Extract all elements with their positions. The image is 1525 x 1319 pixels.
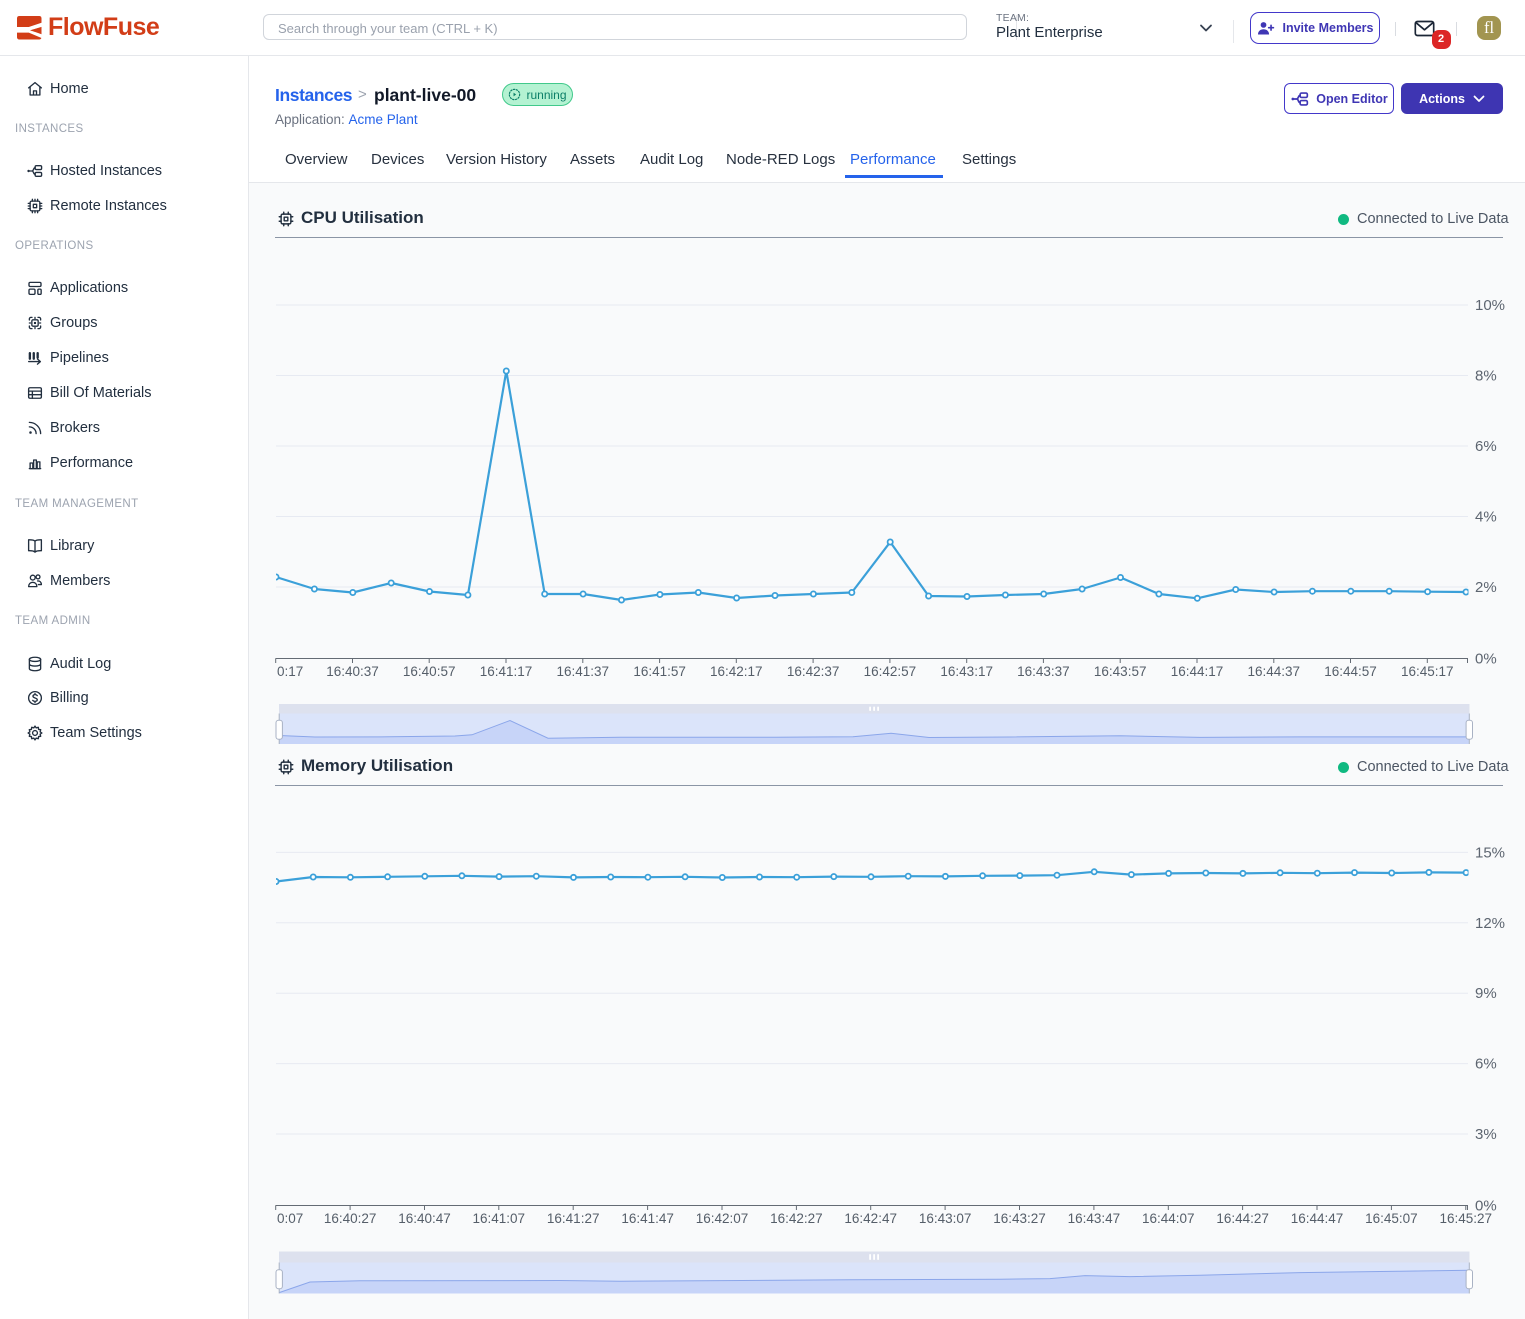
svg-text:16:43:27: 16:43:27 — [993, 1211, 1046, 1226]
svg-text:16:45:17: 16:45:17 — [1401, 664, 1454, 679]
svg-text:16:41:57: 16:41:57 — [633, 664, 686, 679]
svg-text:0:07: 0:07 — [277, 1211, 303, 1226]
svg-text:16:45:27: 16:45:27 — [1440, 1211, 1493, 1226]
svg-text:0:17: 0:17 — [277, 664, 303, 679]
svg-text:16:44:37: 16:44:37 — [1248, 664, 1301, 679]
svg-text:16:43:07: 16:43:07 — [919, 1211, 972, 1226]
svg-text:10%: 10% — [1475, 297, 1505, 314]
svg-text:15%: 15% — [1475, 844, 1505, 861]
svg-text:16:41:47: 16:41:47 — [621, 1211, 674, 1226]
svg-text:16:40:27: 16:40:27 — [324, 1211, 377, 1226]
svg-text:16:44:57: 16:44:57 — [1324, 664, 1377, 679]
svg-text:16:41:17: 16:41:17 — [480, 664, 533, 679]
svg-text:16:42:07: 16:42:07 — [696, 1211, 749, 1226]
svg-text:16:40:37: 16:40:37 — [326, 664, 379, 679]
svg-text:6%: 6% — [1475, 438, 1497, 455]
svg-text:16:42:57: 16:42:57 — [864, 664, 917, 679]
svg-text:3%: 3% — [1475, 1126, 1497, 1143]
svg-text:16:43:37: 16:43:37 — [1017, 664, 1070, 679]
svg-text:16:42:17: 16:42:17 — [710, 664, 763, 679]
svg-text:16:44:07: 16:44:07 — [1142, 1211, 1195, 1226]
svg-text:12%: 12% — [1475, 915, 1505, 932]
svg-text:16:42:27: 16:42:27 — [770, 1211, 823, 1226]
svg-text:16:43:47: 16:43:47 — [1068, 1211, 1121, 1226]
svg-text:16:44:47: 16:44:47 — [1291, 1211, 1344, 1226]
svg-text:9%: 9% — [1475, 985, 1497, 1002]
svg-text:16:40:57: 16:40:57 — [403, 664, 456, 679]
svg-text:2%: 2% — [1475, 579, 1497, 596]
svg-text:16:41:27: 16:41:27 — [547, 1211, 600, 1226]
svg-text:16:43:57: 16:43:57 — [1094, 664, 1147, 679]
svg-text:16:44:27: 16:44:27 — [1216, 1211, 1269, 1226]
svg-text:4%: 4% — [1475, 509, 1497, 526]
svg-text:0%: 0% — [1475, 651, 1497, 668]
svg-text:16:42:37: 16:42:37 — [787, 664, 840, 679]
svg-text:6%: 6% — [1475, 1056, 1497, 1073]
svg-text:16:43:17: 16:43:17 — [940, 664, 993, 679]
svg-text:16:44:17: 16:44:17 — [1171, 664, 1224, 679]
svg-text:16:41:37: 16:41:37 — [557, 664, 610, 679]
svg-text:16:45:07: 16:45:07 — [1365, 1211, 1418, 1226]
svg-text:16:40:47: 16:40:47 — [398, 1211, 451, 1226]
svg-text:16:42:47: 16:42:47 — [844, 1211, 897, 1226]
svg-text:16:41:07: 16:41:07 — [473, 1211, 526, 1226]
svg-text:8%: 8% — [1475, 368, 1497, 385]
